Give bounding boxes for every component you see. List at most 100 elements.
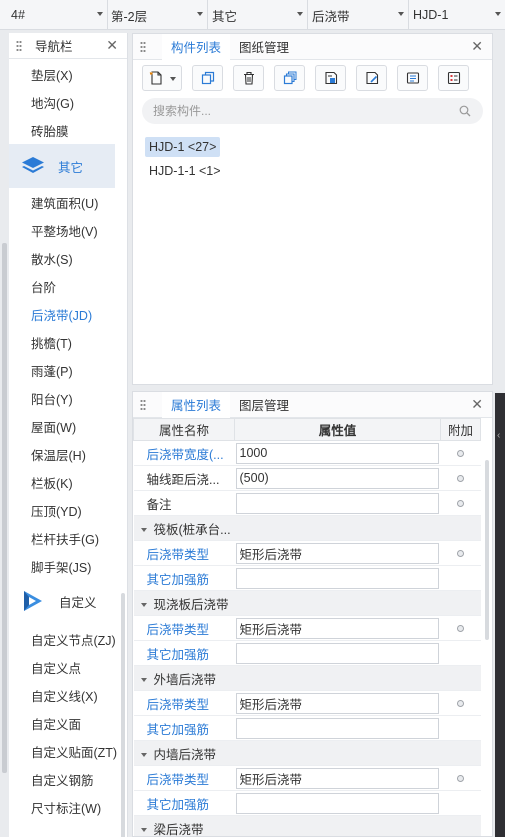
nav-item-railing[interactable]: 栏杆扶手(G): [9, 524, 127, 552]
nav-item-custom-point[interactable]: 自定义点: [9, 653, 127, 681]
property-value-field[interactable]: [235, 467, 439, 489]
collapse-triangle-icon[interactable]: [140, 603, 147, 608]
property-group-row[interactable]: 现浇板后浇带: [133, 590, 481, 616]
tab-property-list[interactable]: 属性列表: [162, 392, 231, 418]
tab-drawing-management[interactable]: 图纸管理: [230, 34, 298, 60]
property-group-row[interactable]: 梁后浇带: [133, 815, 481, 836]
extra-checkbox[interactable]: [457, 700, 464, 707]
nav-group-label: 其它: [58, 160, 84, 175]
copy-to-floor-button[interactable]: [274, 65, 305, 91]
new-component-button[interactable]: [142, 65, 182, 91]
component-search[interactable]: [142, 98, 483, 124]
property-group-cell: 现浇板后浇带: [133, 590, 481, 616]
property-group-label: 内墙后浇带: [153, 747, 217, 762]
nav-item-trench[interactable]: 地沟(G): [9, 88, 127, 116]
nav-item-label: 台阶: [31, 280, 57, 295]
drag-handle-icon[interactable]: [140, 398, 146, 411]
import-button[interactable]: [315, 65, 346, 91]
nav-item-cushion[interactable]: 垫层(X): [9, 60, 127, 88]
drag-handle-icon[interactable]: [16, 39, 22, 52]
nav-item-dimension[interactable]: 尺寸标注(W): [9, 793, 127, 821]
property-value-field[interactable]: [235, 492, 439, 514]
extra-checkbox[interactable]: [457, 775, 464, 782]
nav-item-parapet[interactable]: 栏板(K): [9, 468, 127, 496]
copy-button[interactable]: [192, 65, 223, 91]
nav-item-eave[interactable]: 挑檐(T): [9, 328, 127, 356]
nav-item-custom-rebar[interactable]: 自定义钢筋: [9, 765, 127, 793]
nav-item-coping[interactable]: 压顶(YD): [9, 496, 127, 524]
category-dropdown[interactable]: 其它: [208, 0, 308, 30]
building-dropdown[interactable]: 4#: [0, 0, 108, 30]
nav-item-building-area[interactable]: 建筑面积(U): [9, 188, 127, 216]
property-value-field[interactable]: [235, 617, 439, 639]
collapse-triangle-icon[interactable]: [140, 528, 147, 533]
nav-item-scaffold[interactable]: 脚手架(JS): [9, 552, 127, 580]
property-value-field[interactable]: [235, 542, 439, 564]
property-value-field[interactable]: [235, 567, 439, 589]
property-group-cell: 筏板(桩承台...: [133, 515, 481, 541]
document-button[interactable]: [397, 65, 428, 91]
nav-item-label: 栏板(K): [31, 476, 73, 491]
property-value-field[interactable]: [235, 692, 439, 714]
chevron-down-icon[interactable]: [170, 77, 176, 81]
nav-group-custom[interactable]: 自定义: [9, 580, 127, 622]
floor-dropdown[interactable]: 第-2层: [108, 0, 208, 30]
component-type-dropdown[interactable]: 后浇带: [308, 0, 409, 30]
property-value-cell: [234, 615, 441, 641]
drag-handle-icon[interactable]: [140, 40, 146, 53]
close-icon[interactable]: ✕: [471, 39, 483, 53]
nav-item-apron[interactable]: 散水(S): [9, 244, 127, 272]
collapse-triangle-icon[interactable]: [140, 678, 147, 683]
extra-checkbox[interactable]: [457, 475, 464, 482]
nav-item-post-pour-strip[interactable]: 后浇带(JD): [9, 300, 127, 328]
property-value-field[interactable]: [235, 767, 439, 789]
component-dropdown[interactable]: HJD-1: [409, 0, 505, 30]
new-file-icon: [149, 71, 162, 85]
expand-handle-icon[interactable]: ‹: [497, 430, 500, 441]
property-group-row[interactable]: 筏板(桩承台...: [133, 515, 481, 541]
property-value-field[interactable]: [235, 792, 439, 814]
close-icon[interactable]: ✕: [471, 397, 483, 411]
top-filter-bar: 4# 第-2层 其它 后浇带 HJD-1: [0, 0, 505, 30]
extra-checkbox[interactable]: [457, 450, 464, 457]
nav-item-roof[interactable]: 屋面(W): [9, 412, 127, 440]
property-extra-cell: [440, 540, 481, 566]
component-item-hjd-1-1[interactable]: HJD-1-1 <1>: [145, 161, 225, 181]
close-icon[interactable]: ✕: [106, 38, 118, 52]
list-button[interactable]: [438, 65, 469, 91]
nav-item-steps[interactable]: 台阶: [9, 272, 127, 300]
extra-checkbox[interactable]: [457, 500, 464, 507]
nav-item-brick-mold[interactable]: 砖胎膜: [9, 116, 127, 144]
extra-checkbox[interactable]: [457, 550, 464, 557]
property-scrollbar[interactable]: [485, 460, 489, 640]
component-item-hjd-1[interactable]: HJD-1 <27>: [145, 137, 221, 157]
search-input[interactable]: [153, 104, 423, 118]
property-group-row[interactable]: 外墙后浇带: [133, 665, 481, 691]
collapse-triangle-icon[interactable]: [140, 753, 147, 758]
nav-item-balcony[interactable]: 阳台(Y): [9, 384, 127, 412]
property-value-field[interactable]: [235, 717, 439, 739]
nav-item-insulation[interactable]: 保温层(H): [9, 440, 127, 468]
edit-button[interactable]: [356, 65, 387, 91]
property-value-field[interactable]: [235, 642, 439, 664]
property-value-field[interactable]: [235, 442, 439, 464]
search-icon[interactable]: [459, 105, 471, 117]
nav-item-site-leveling[interactable]: 平整场地(V): [9, 216, 127, 244]
nav-item-custom-face[interactable]: 自定义面: [9, 709, 127, 737]
left-scrollbar[interactable]: [2, 243, 7, 773]
collapse-triangle-icon[interactable]: [140, 828, 147, 833]
property-extra-cell: [440, 715, 481, 741]
nav-item-custom-veneer[interactable]: 自定义贴面(ZT): [9, 737, 127, 765]
extra-checkbox[interactable]: [457, 625, 464, 632]
nav-scrollbar[interactable]: [121, 593, 125, 837]
chevron-down-icon: [297, 12, 303, 16]
tab-component-list[interactable]: 构件列表: [162, 33, 231, 60]
delete-button[interactable]: [233, 65, 264, 91]
nav-item-canopy[interactable]: 雨蓬(P): [9, 356, 127, 384]
nav-item-custom-line[interactable]: 自定义线(X): [9, 681, 127, 709]
tab-layer-management[interactable]: 图层管理: [230, 392, 298, 418]
nav-group-other[interactable]: 其它: [9, 144, 115, 188]
nav-item-label: 自定义面: [31, 717, 82, 732]
property-group-row[interactable]: 内墙后浇带: [133, 740, 481, 766]
nav-item-custom-node[interactable]: 自定义节点(ZJ): [9, 625, 127, 653]
